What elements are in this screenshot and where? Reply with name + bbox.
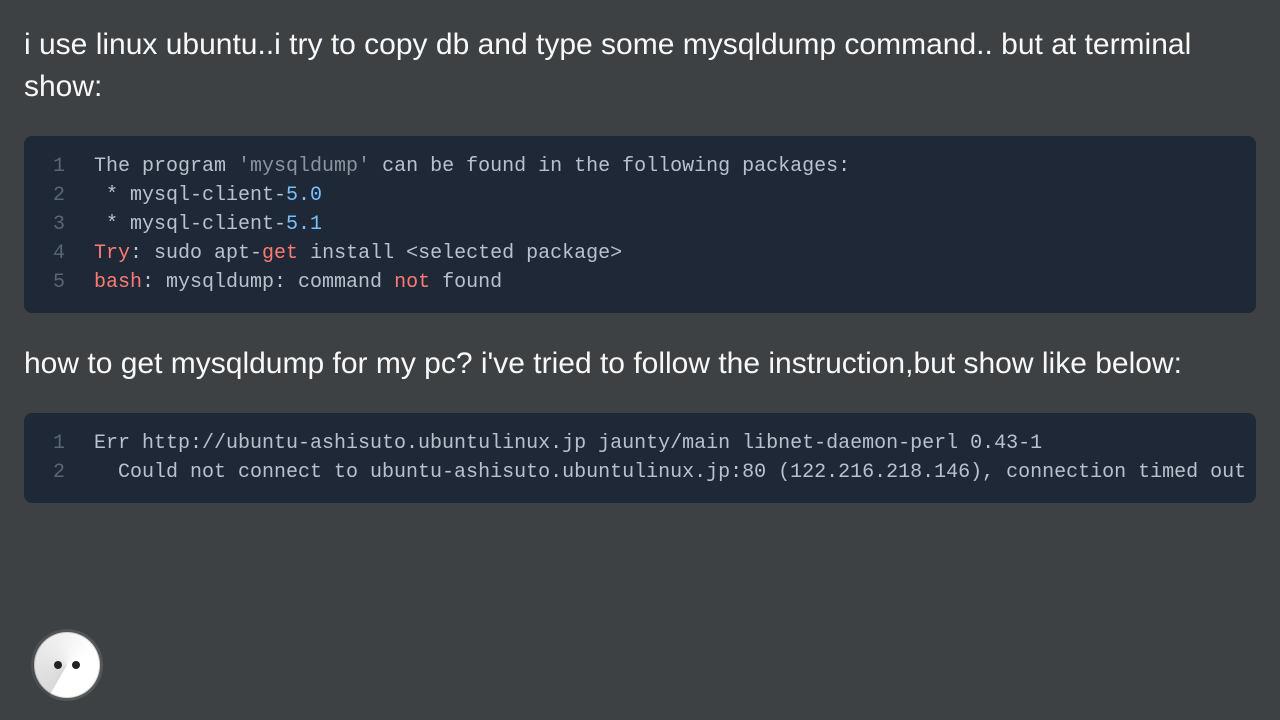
line-number: 2	[24, 181, 94, 210]
line-number: 3	[24, 210, 94, 239]
avatar[interactable]	[34, 632, 100, 698]
avatar-face-icon	[54, 661, 80, 669]
code-line: 3 * mysql-client-5.1	[24, 210, 1256, 239]
code-line: 4 Try: sudo apt-get install <selected pa…	[24, 239, 1256, 268]
code-text: The program 'mysqldump' can be found in …	[94, 152, 1256, 181]
code-line: 1 Err http://ubuntu-ashisuto.ubuntulinux…	[24, 429, 1256, 458]
paragraph-intro: i use linux ubuntu..i try to copy db and…	[24, 24, 1256, 108]
post-body: i use linux ubuntu..i try to copy db and…	[0, 0, 1280, 503]
code-text: Try: sudo apt-get install <selected pack…	[94, 239, 1256, 268]
code-line: 2 Could not connect to ubuntu-ashisuto.u…	[24, 458, 1256, 487]
code-text: Err http://ubuntu-ashisuto.ubuntulinux.j…	[94, 429, 1256, 458]
code-line: 2 * mysql-client-5.0	[24, 181, 1256, 210]
line-number: 1	[24, 429, 94, 458]
code-text: bash: mysqldump: command not found	[94, 268, 1256, 297]
code-text: * mysql-client-5.0	[94, 181, 1256, 210]
line-number: 5	[24, 268, 94, 297]
code-text: * mysql-client-5.1	[94, 210, 1256, 239]
code-line: 1 The program 'mysqldump' can be found i…	[24, 152, 1256, 181]
code-line: 5 bash: mysqldump: command not found	[24, 268, 1256, 297]
line-number: 2	[24, 458, 94, 487]
code-block-terminal-1: 1 The program 'mysqldump' can be found i…	[24, 136, 1256, 313]
paragraph-followup: how to get mysqldump for my pc? i've tri…	[24, 343, 1256, 385]
code-block-terminal-2: 1 Err http://ubuntu-ashisuto.ubuntulinux…	[24, 413, 1256, 503]
line-number: 1	[24, 152, 94, 181]
line-number: 4	[24, 239, 94, 268]
code-text: Could not connect to ubuntu-ashisuto.ubu…	[94, 458, 1256, 487]
